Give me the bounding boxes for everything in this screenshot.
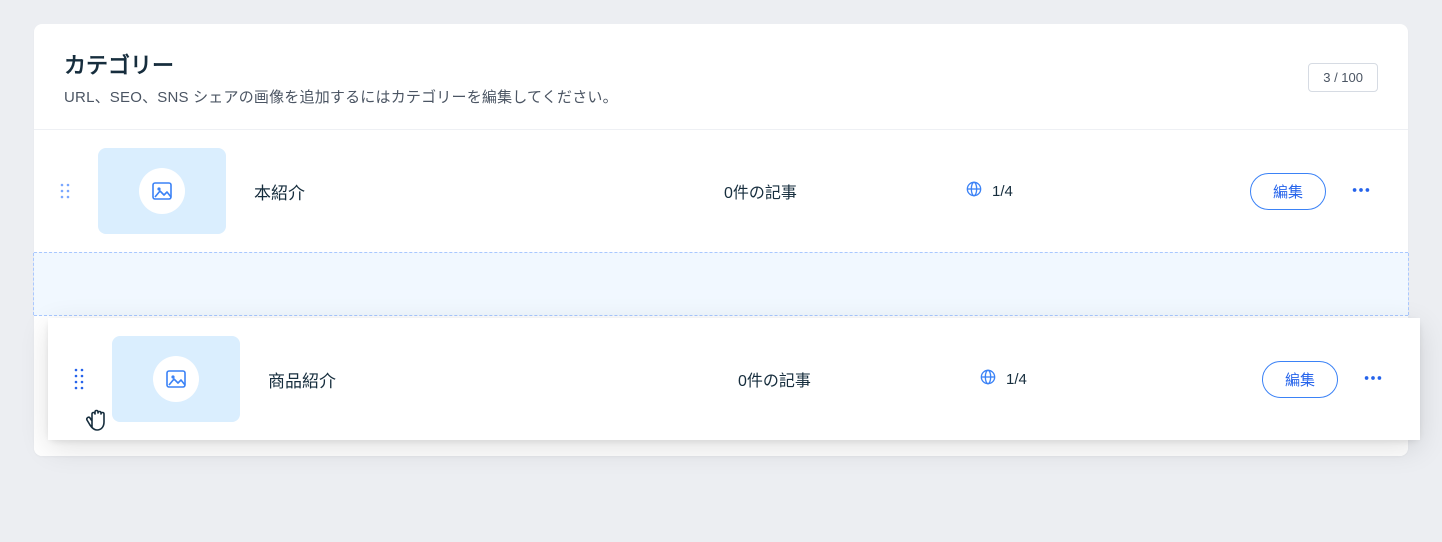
language-count: 1/4 bbox=[1006, 371, 1027, 388]
globe-icon bbox=[964, 179, 984, 204]
drop-target-zone[interactable] bbox=[34, 252, 1408, 316]
page-title: カテゴリー bbox=[64, 48, 618, 80]
more-actions-button[interactable] bbox=[1344, 173, 1378, 210]
drag-handle-icon[interactable] bbox=[72, 367, 90, 391]
edit-button[interactable]: 編集 bbox=[1250, 173, 1326, 210]
language-status[interactable]: 1/4 bbox=[964, 179, 1114, 204]
image-placeholder-icon bbox=[153, 356, 199, 402]
count-badge: 3 / 100 bbox=[1308, 63, 1378, 92]
page-subtitle: URL、SEO、SNS シェアの画像を追加するにはカテゴリーを編集してください。 bbox=[64, 86, 618, 107]
more-actions-button[interactable] bbox=[1356, 361, 1390, 398]
more-horizontal-icon bbox=[1362, 367, 1384, 392]
edit-button[interactable]: 編集 bbox=[1262, 361, 1338, 398]
language-count: 1/4 bbox=[992, 183, 1013, 200]
article-count: 0件の記事 bbox=[738, 367, 978, 391]
article-count: 0件の記事 bbox=[724, 179, 964, 203]
globe-icon bbox=[978, 367, 998, 392]
category-thumbnail[interactable] bbox=[112, 336, 240, 422]
language-status[interactable]: 1/4 bbox=[978, 367, 1128, 392]
header-text-group: カテゴリー URL、SEO、SNS シェアの画像を追加するにはカテゴリーを編集し… bbox=[64, 48, 618, 107]
category-row: 本紹介 0件の記事 1/4 編集 bbox=[34, 130, 1408, 252]
dragging-category-row[interactable]: 商品紹介 0件の記事 1/4 編集 bbox=[48, 318, 1420, 440]
more-horizontal-icon bbox=[1350, 179, 1372, 204]
image-placeholder-icon bbox=[139, 168, 185, 214]
category-thumbnail[interactable] bbox=[98, 148, 226, 234]
drag-handle-icon[interactable] bbox=[58, 182, 76, 200]
category-name: 商品紹介 bbox=[268, 367, 738, 392]
category-name: 本紹介 bbox=[254, 179, 724, 204]
card-header: カテゴリー URL、SEO、SNS シェアの画像を追加するにはカテゴリーを編集し… bbox=[34, 24, 1408, 130]
